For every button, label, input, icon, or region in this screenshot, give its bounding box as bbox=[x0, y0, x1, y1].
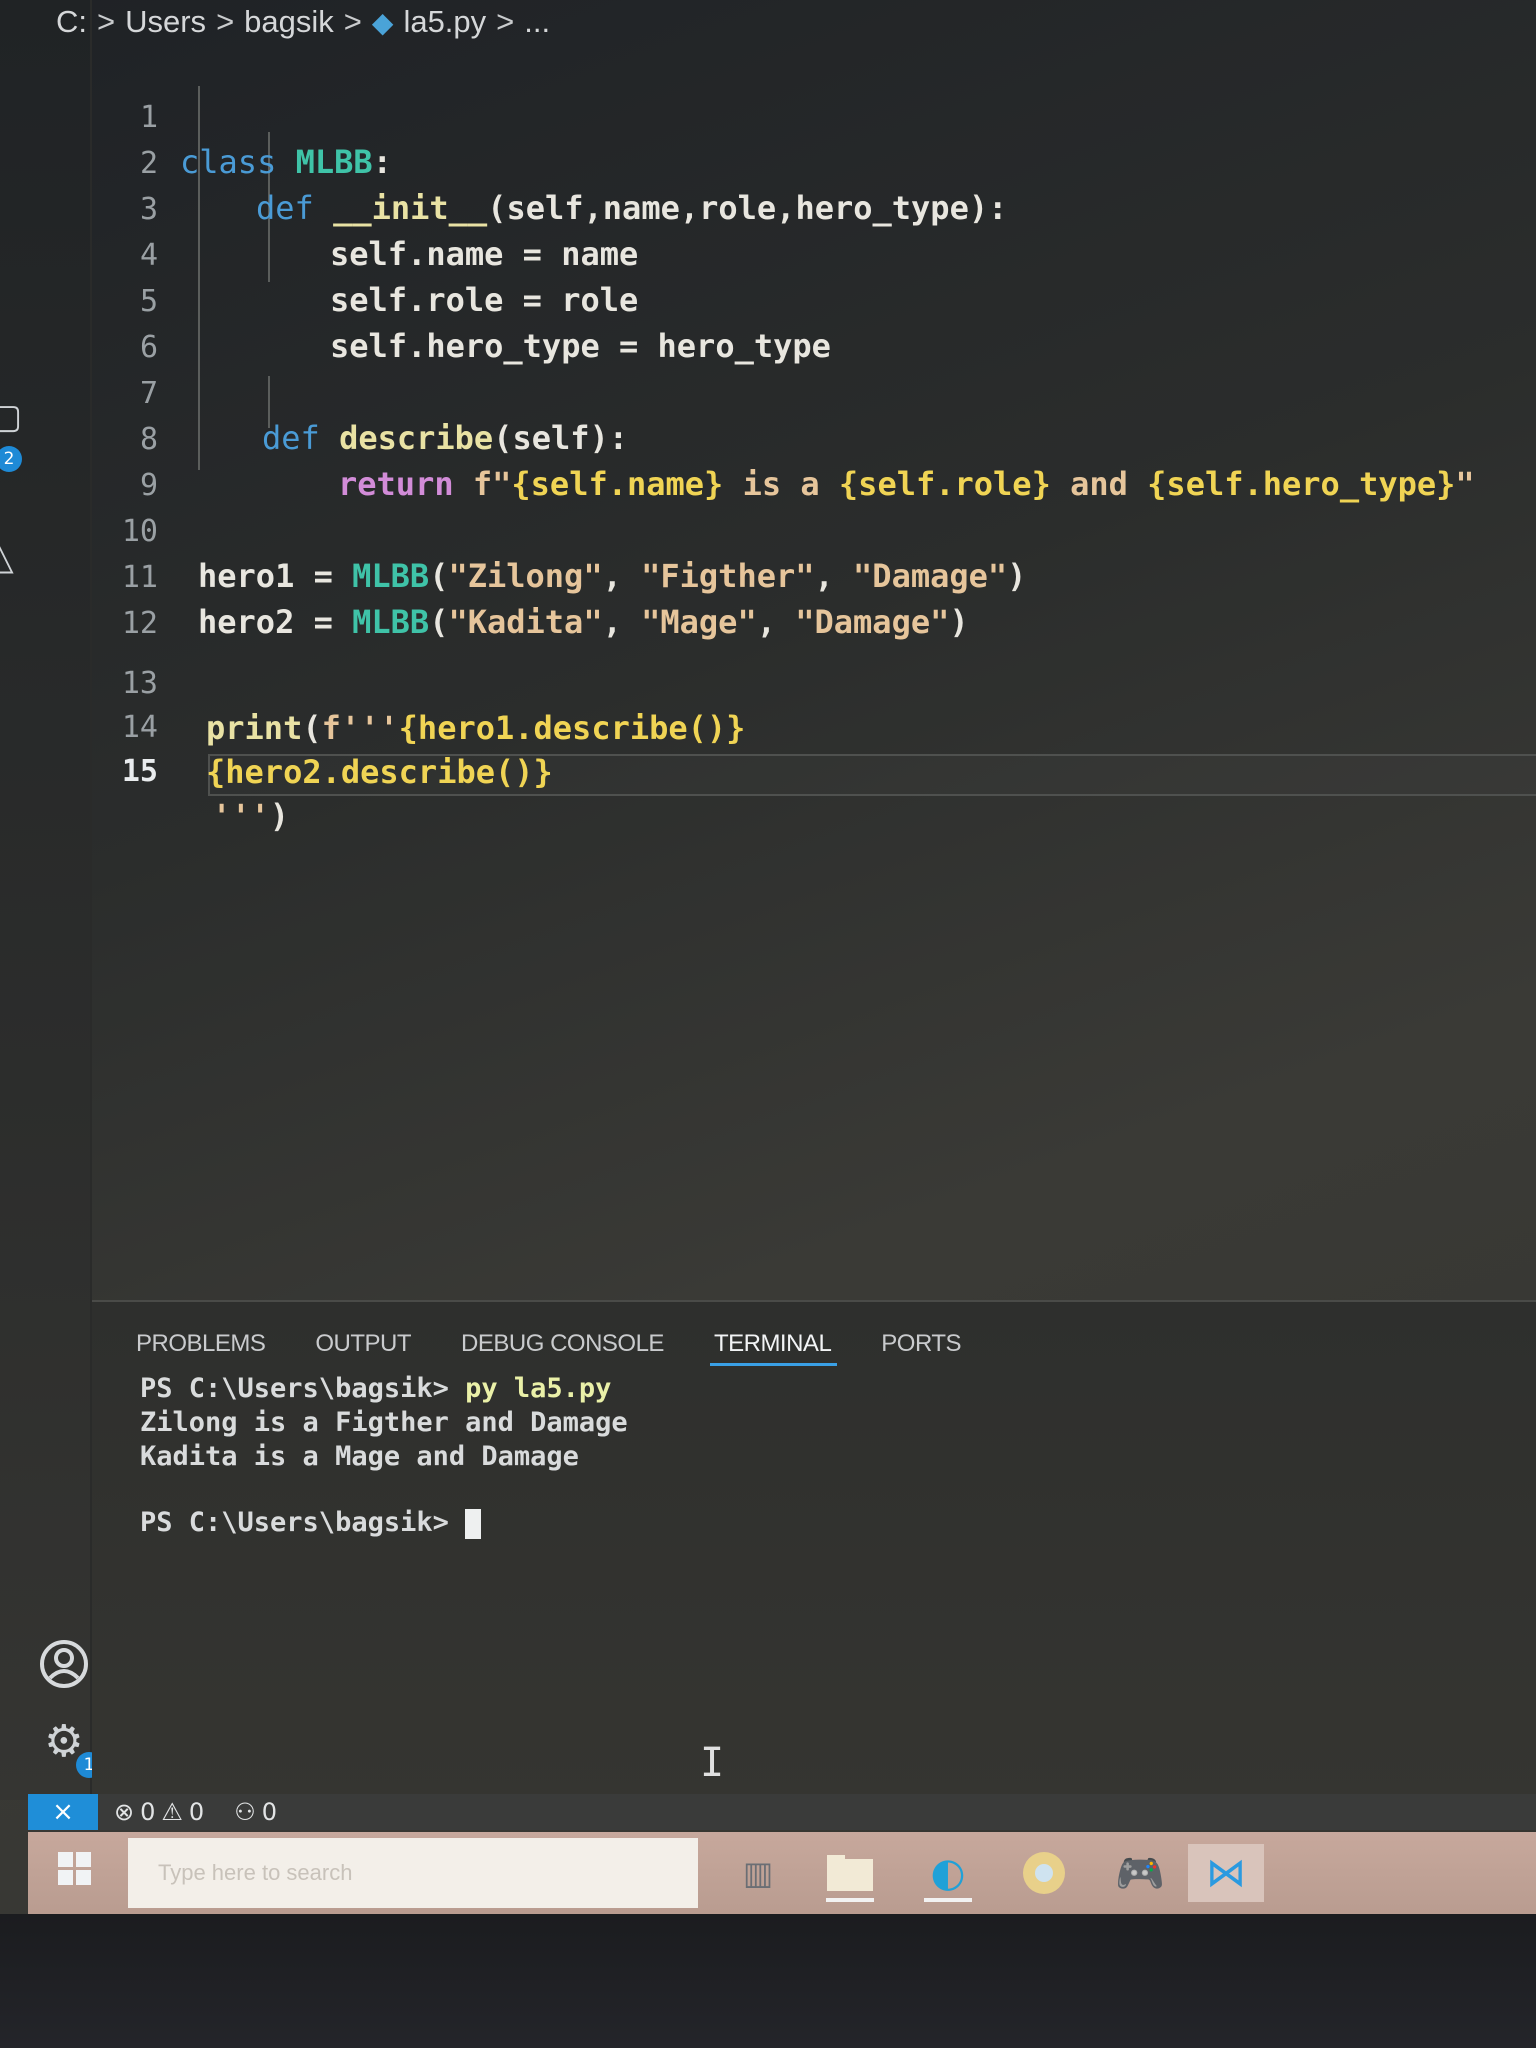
ports-count: 0 bbox=[261, 1798, 277, 1826]
activity-bar: ▢ 2 △ ⚙ 1 bbox=[0, 0, 102, 1800]
tab-problems[interactable]: PROBLEMS bbox=[136, 1330, 266, 1366]
line-number: 15 bbox=[121, 754, 158, 789]
breadcrumb-separator: > bbox=[97, 4, 116, 39]
warning-icon: ⚠ bbox=[161, 1798, 183, 1826]
extensions-icon[interactable]: ▢ bbox=[0, 400, 22, 434]
code-line: 15 ''') bbox=[90, 706, 1536, 835]
tab-ports[interactable]: PORTS bbox=[881, 1330, 961, 1366]
tab-output[interactable]: OUTPUT bbox=[315, 1330, 411, 1366]
code-line: 9 bbox=[90, 420, 1536, 503]
tab-terminal[interactable]: TERMINAL bbox=[709, 1330, 838, 1366]
error-icon: ⊗ bbox=[114, 1798, 135, 1826]
string: ''' bbox=[212, 797, 270, 835]
terminal-output: Zilong is a Figther and Damage bbox=[140, 1407, 628, 1438]
windows-start-icon[interactable] bbox=[58, 1852, 92, 1895]
code-line: 11 hero2 = MLBB("Kadita", "Mage", "Damag… bbox=[90, 512, 1536, 641]
screen: ▢ 2 △ ⚙ 1 C: > Users > bagsik > ◆ la5.py… bbox=[0, 0, 1536, 2048]
tab-debug-console[interactable]: DEBUG CONSOLE bbox=[461, 1330, 664, 1366]
code-line: 8 return f"{self.name} is a {self.role} … bbox=[90, 374, 1536, 503]
source-control-badge: 2 bbox=[0, 446, 22, 472]
breadcrumb-symbols[interactable]: ... bbox=[524, 4, 550, 40]
code-line: 12 bbox=[90, 558, 1536, 641]
status-bar: ⨯ ⊗ 0 ⚠ 0 ⚇ 0 bbox=[28, 1794, 1536, 1830]
ports-icon: ⚇ bbox=[234, 1798, 256, 1826]
code-line: 10 hero1 = MLBB("Zilong", "Figther", "Da… bbox=[90, 466, 1536, 595]
warning-count: 0 bbox=[188, 1798, 205, 1826]
error-count: 0 bbox=[140, 1798, 156, 1826]
paren: ) bbox=[269, 797, 290, 835]
terminal-command: py la5.py bbox=[465, 1373, 612, 1404]
monitor-bezel bbox=[0, 1914, 1536, 2048]
mouse-ibeam-cursor: I bbox=[700, 1740, 725, 1786]
panel-tabs: PROBLEMS OUTPUT DEBUG CONSOLE TERMINAL P… bbox=[136, 1330, 962, 1366]
terminal-prompt: PS C:\Users\bagsik> bbox=[140, 1507, 466, 1538]
file-explorer-icon[interactable] bbox=[820, 1844, 880, 1902]
breadcrumb-users[interactable]: Users bbox=[125, 4, 206, 40]
code-line: 14 {hero2.describe()} bbox=[90, 662, 1536, 791]
breadcrumb-separator: > bbox=[496, 4, 515, 39]
windows-taskbar: Type here to search ▥ ◐ 🎮 ⋈ bbox=[28, 1832, 1536, 1914]
game-controller-icon[interactable]: 🎮 bbox=[1110, 1844, 1170, 1902]
accounts-icon[interactable] bbox=[38, 1638, 90, 1698]
code-line: 4 self.role = role bbox=[90, 190, 1536, 319]
remote-indicator-button[interactable]: ⨯ bbox=[28, 1794, 98, 1830]
code-line: 3 self.name = name bbox=[90, 144, 1536, 273]
bottom-panel: PROBLEMS OUTPUT DEBUG CONSOLE TERMINAL P… bbox=[92, 1300, 1536, 1802]
code-line: 6 bbox=[90, 282, 1536, 365]
code-line: 2 def __init__(self,name,role,hero_type)… bbox=[90, 98, 1536, 227]
taskbar-search-input[interactable]: Type here to search bbox=[128, 1838, 698, 1908]
code-line: 5 self.hero_type = hero_type bbox=[90, 236, 1536, 365]
chrome-icon[interactable] bbox=[1014, 1844, 1074, 1902]
breadcrumb-file[interactable]: la5.py bbox=[403, 4, 486, 40]
task-view-icon[interactable]: ▥ bbox=[728, 1844, 788, 1902]
code-line: 7 def describe(self): bbox=[90, 328, 1536, 457]
fstring-expr: {hero2.describe()} bbox=[206, 753, 553, 791]
code-line: 1 class MLBB: bbox=[90, 52, 1536, 181]
edge-browser-icon[interactable]: ◐ bbox=[918, 1844, 978, 1902]
ports-status[interactable]: ⚇ 0 bbox=[234, 1798, 277, 1826]
breadcrumb-separator: > bbox=[216, 4, 235, 39]
breadcrumb-drive[interactable]: C: bbox=[56, 4, 87, 40]
breadcrumb: C: > Users > bagsik > ◆ la5.py > ... bbox=[56, 0, 550, 44]
terminal-line[interactable]: PS C:\Users\bagsik> bbox=[140, 1506, 482, 1540]
terminal-prompt: PS C:\Users\bagsik> bbox=[140, 1373, 466, 1404]
terminal-cursor bbox=[465, 1508, 482, 1539]
testing-icon[interactable]: △ bbox=[0, 540, 14, 576]
terminal-output: Kadita is a Mage and Damage bbox=[140, 1441, 579, 1472]
terminal-line: PS C:\Users\bagsik> py la5.py bbox=[140, 1372, 611, 1406]
code-line: 13 print(f'''{hero1.describe()} bbox=[90, 618, 1536, 747]
code-editor[interactable]: 1 class MLBB: 2 def __init__(self,name,r… bbox=[90, 46, 1536, 1296]
breadcrumb-bagsik[interactable]: bagsik bbox=[244, 4, 334, 40]
breadcrumb-separator: > bbox=[343, 4, 362, 39]
vscode-taskbar-icon[interactable]: ⋈ bbox=[1188, 1844, 1264, 1902]
python-file-icon: ◆ bbox=[371, 6, 394, 38]
problems-status[interactable]: ⊗ 0 ⚠ 0 bbox=[114, 1798, 204, 1826]
